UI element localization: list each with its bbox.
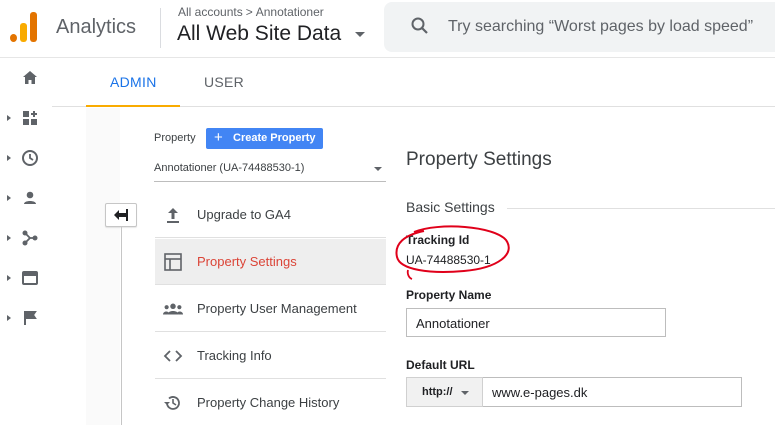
tab-user[interactable]: USER (204, 74, 244, 90)
search-icon (411, 17, 428, 34)
expand-arrow-icon (7, 155, 11, 161)
page-title: Property Settings (406, 149, 552, 170)
home-icon (23, 71, 37, 84)
search-bar[interactable]: Try searching “Worst pages by load speed… (384, 2, 775, 52)
default-url-label: Default URL (406, 358, 475, 372)
admin-user-tabs: ADMIN USER (52, 58, 775, 107)
flag-icon (24, 311, 37, 325)
column-gutter (86, 108, 120, 425)
selected-property: Annotationer (UA-74488530-1) (154, 162, 305, 174)
breadcrumb-account[interactable]: Annotationer (256, 5, 324, 19)
rail-audience[interactable] (0, 178, 52, 218)
active-tab-indicator (86, 105, 180, 107)
arrow-left-icon (114, 209, 128, 221)
code-icon (163, 350, 183, 362)
admin-content: Property + Create Property Annotationer … (86, 108, 775, 425)
property-name-value: Annotationer (416, 316, 490, 331)
search-input[interactable]: Try searching “Worst pages by load speed… (448, 18, 753, 36)
breadcrumb[interactable]: All accounts > Annotationer (178, 5, 324, 19)
collapse-column-button[interactable] (105, 203, 137, 227)
breadcrumb-separator: > (245, 5, 253, 19)
rail-acquisition[interactable] (0, 218, 52, 258)
acquisition-icon (22, 230, 38, 246)
protocol-value: http:// (422, 386, 453, 398)
rail-home[interactable] (0, 58, 52, 98)
menu-property-change-history[interactable]: Property Change History (155, 380, 386, 425)
expand-arrow-icon (7, 315, 11, 321)
rail-behavior[interactable] (0, 258, 52, 298)
property-name-label: Property Name (406, 288, 492, 302)
default-url-value: www.e-pages.dk (492, 385, 588, 400)
section-divider (506, 208, 775, 209)
protocol-dropdown[interactable]: http:// (406, 377, 483, 407)
top-bar: Analytics All accounts > Annotationer All … (0, 0, 775, 58)
property-settings-icon (164, 253, 182, 271)
property-selector[interactable]: Annotationer (UA-74488530-1) (154, 160, 386, 182)
customization-icon (23, 111, 37, 125)
behavior-icon (22, 271, 38, 285)
left-nav-rail (0, 58, 52, 425)
expand-arrow-icon (7, 275, 11, 281)
chevron-down-icon (374, 167, 382, 171)
clock-icon (22, 150, 38, 166)
expand-arrow-icon (7, 115, 11, 121)
app-title: Analytics (56, 16, 137, 38)
chevron-down-icon (461, 391, 469, 395)
rail-customization[interactable] (0, 98, 52, 138)
create-property-button[interactable]: + Create Property (206, 128, 323, 149)
users-icon (163, 303, 183, 315)
menu-item-label: Tracking Info (197, 348, 272, 363)
menu-property-user-management[interactable]: Property User Management (155, 286, 386, 332)
person-icon (24, 191, 36, 204)
section-title: Basic Settings (406, 199, 507, 215)
breadcrumb-all-accounts[interactable]: All accounts (178, 5, 243, 19)
upload-icon (167, 208, 179, 223)
menu-upgrade-ga4[interactable]: Upgrade to GA4 (155, 192, 386, 238)
default-url-input[interactable]: www.e-pages.dk (483, 377, 742, 407)
expand-arrow-icon (7, 195, 11, 201)
header-divider (160, 8, 161, 48)
analytics-logo-icon[interactable] (10, 12, 38, 42)
menu-item-label: Property User Management (197, 301, 357, 316)
plus-icon: + (214, 129, 223, 146)
expand-arrow-icon (7, 235, 11, 241)
history-icon (164, 396, 180, 410)
create-property-label: Create Property (233, 132, 316, 144)
menu-item-label: Upgrade to GA4 (197, 207, 291, 222)
tab-admin[interactable]: ADMIN (110, 74, 157, 90)
menu-item-label: Property Change History (197, 395, 340, 410)
rail-conversions[interactable] (0, 298, 52, 338)
rail-realtime[interactable] (0, 138, 52, 178)
column-connector-line (121, 227, 122, 425)
menu-property-settings[interactable]: Property Settings (155, 239, 386, 285)
property-name-input[interactable]: Annotationer (406, 308, 666, 337)
menu-item-label: Property Settings (197, 254, 297, 269)
view-dropdown-icon[interactable] (355, 32, 365, 37)
red-circle-annotation (395, 225, 510, 280)
menu-tracking-info[interactable]: Tracking Info (155, 333, 386, 379)
property-column-label: Property (154, 132, 196, 144)
view-selector[interactable]: All Web Site Data (177, 22, 341, 46)
